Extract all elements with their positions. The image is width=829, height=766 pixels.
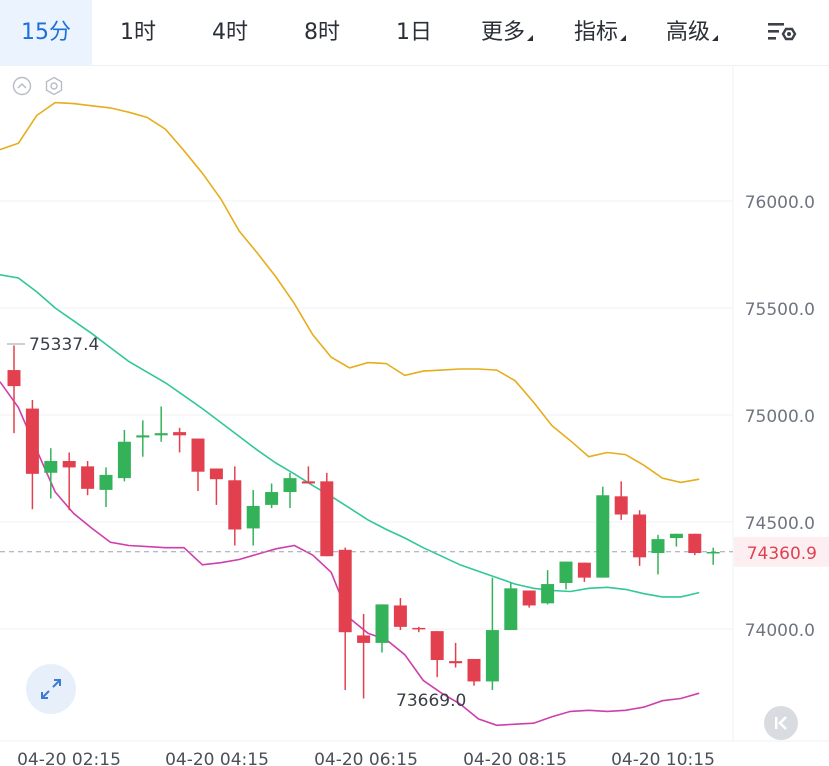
candle-body bbox=[7, 370, 21, 387]
candle-body bbox=[191, 438, 205, 472]
candle-body bbox=[706, 551, 720, 554]
candle-body bbox=[357, 635, 371, 643]
candle-body bbox=[265, 492, 279, 505]
candle-body bbox=[504, 588, 518, 631]
y-tick-label: 76000.0 bbox=[745, 193, 815, 213]
candle-body bbox=[393, 605, 407, 627]
last-price-label: 74360.9 bbox=[747, 544, 817, 564]
y-tick-label: 75000.0 bbox=[745, 407, 815, 427]
upper-band-line bbox=[0, 101, 700, 484]
x-tick-label: 04-20 02:15 bbox=[17, 750, 121, 766]
tab-0[interactable]: 15分 bbox=[0, 0, 92, 66]
tab-7[interactable]: 高级 bbox=[646, 0, 738, 66]
candle-body bbox=[136, 435, 150, 438]
y-tick-label: 74500.0 bbox=[745, 514, 815, 534]
candle-body bbox=[688, 533, 702, 554]
y-tick-label: 74000.0 bbox=[745, 621, 815, 641]
tab-label: 4时 bbox=[212, 20, 248, 45]
candle-body bbox=[209, 468, 223, 480]
candle-body bbox=[320, 481, 334, 557]
tab-3[interactable]: 8时 bbox=[276, 0, 368, 66]
tab-4[interactable]: 1日 bbox=[368, 0, 460, 66]
candle-body bbox=[99, 474, 113, 490]
candle-body bbox=[430, 631, 444, 661]
candle-body bbox=[577, 562, 591, 578]
candle-body bbox=[301, 481, 315, 484]
candle-body bbox=[485, 630, 499, 682]
candle-body bbox=[614, 496, 628, 515]
candle-body bbox=[467, 658, 481, 682]
candle-body bbox=[246, 505, 260, 529]
candle-body bbox=[81, 466, 95, 489]
candle-body bbox=[633, 514, 647, 558]
candle-body bbox=[154, 433, 168, 436]
tab-label: 8时 bbox=[304, 20, 340, 45]
candle-body bbox=[117, 441, 131, 479]
tab-label: 更多 bbox=[480, 20, 525, 45]
tab-label: 指标 bbox=[573, 20, 618, 45]
high-annotation: 75337.4 bbox=[29, 335, 99, 355]
tab-2[interactable]: 4时 bbox=[184, 0, 276, 66]
dropdown-caret-icon bbox=[712, 35, 718, 41]
y-tick-label: 75500.0 bbox=[745, 300, 815, 320]
tab-1[interactable]: 1时 bbox=[92, 0, 184, 66]
candle-body bbox=[412, 627, 426, 630]
candle-body bbox=[449, 661, 463, 664]
chart-settings-icon[interactable] bbox=[762, 18, 798, 48]
expand-arrows-icon[interactable] bbox=[26, 664, 76, 714]
candle-body bbox=[651, 539, 665, 554]
candle-body bbox=[228, 480, 242, 530]
dropdown-caret-icon bbox=[527, 35, 533, 41]
candle-body bbox=[62, 461, 76, 468]
candle-body bbox=[541, 584, 555, 604]
candle-body bbox=[559, 561, 573, 583]
candle-body bbox=[375, 604, 389, 643]
dropdown-caret-icon bbox=[620, 35, 626, 41]
tab-label: 1日 bbox=[396, 20, 432, 45]
candle-body bbox=[596, 495, 610, 578]
tab-label: 1时 bbox=[120, 20, 156, 45]
x-tick-label: 04-20 04:15 bbox=[165, 750, 269, 766]
candle-body bbox=[669, 533, 683, 539]
tab-label: 高级 bbox=[665, 20, 710, 45]
x-tick-label: 04-20 10:15 bbox=[611, 750, 715, 766]
middle-band-line bbox=[0, 274, 700, 598]
x-tick-label: 04-20 06:15 bbox=[314, 750, 418, 766]
tab-label: 15分 bbox=[21, 20, 71, 45]
candle-body bbox=[283, 478, 297, 493]
tab-5[interactable]: 更多 bbox=[460, 0, 554, 66]
candle-body bbox=[338, 549, 352, 633]
candle-body bbox=[44, 461, 58, 473]
candle-body bbox=[522, 590, 536, 606]
candle-body bbox=[173, 432, 187, 436]
x-tick-label: 04-20 08:15 bbox=[463, 750, 567, 766]
candle-body bbox=[25, 408, 39, 474]
timeframe-tabs: 15分 1时 4时 8时 1日 更多 指标 高级 bbox=[0, 0, 829, 66]
tab-6[interactable]: 指标 bbox=[554, 0, 646, 66]
candlestick-chart: 76000.0 75500.0 75000.0 74500.0 74000.0 04-20… bbox=[0, 66, 829, 766]
low-annotation: 73669.0 bbox=[396, 691, 466, 711]
back-to-start-icon[interactable] bbox=[764, 706, 798, 740]
